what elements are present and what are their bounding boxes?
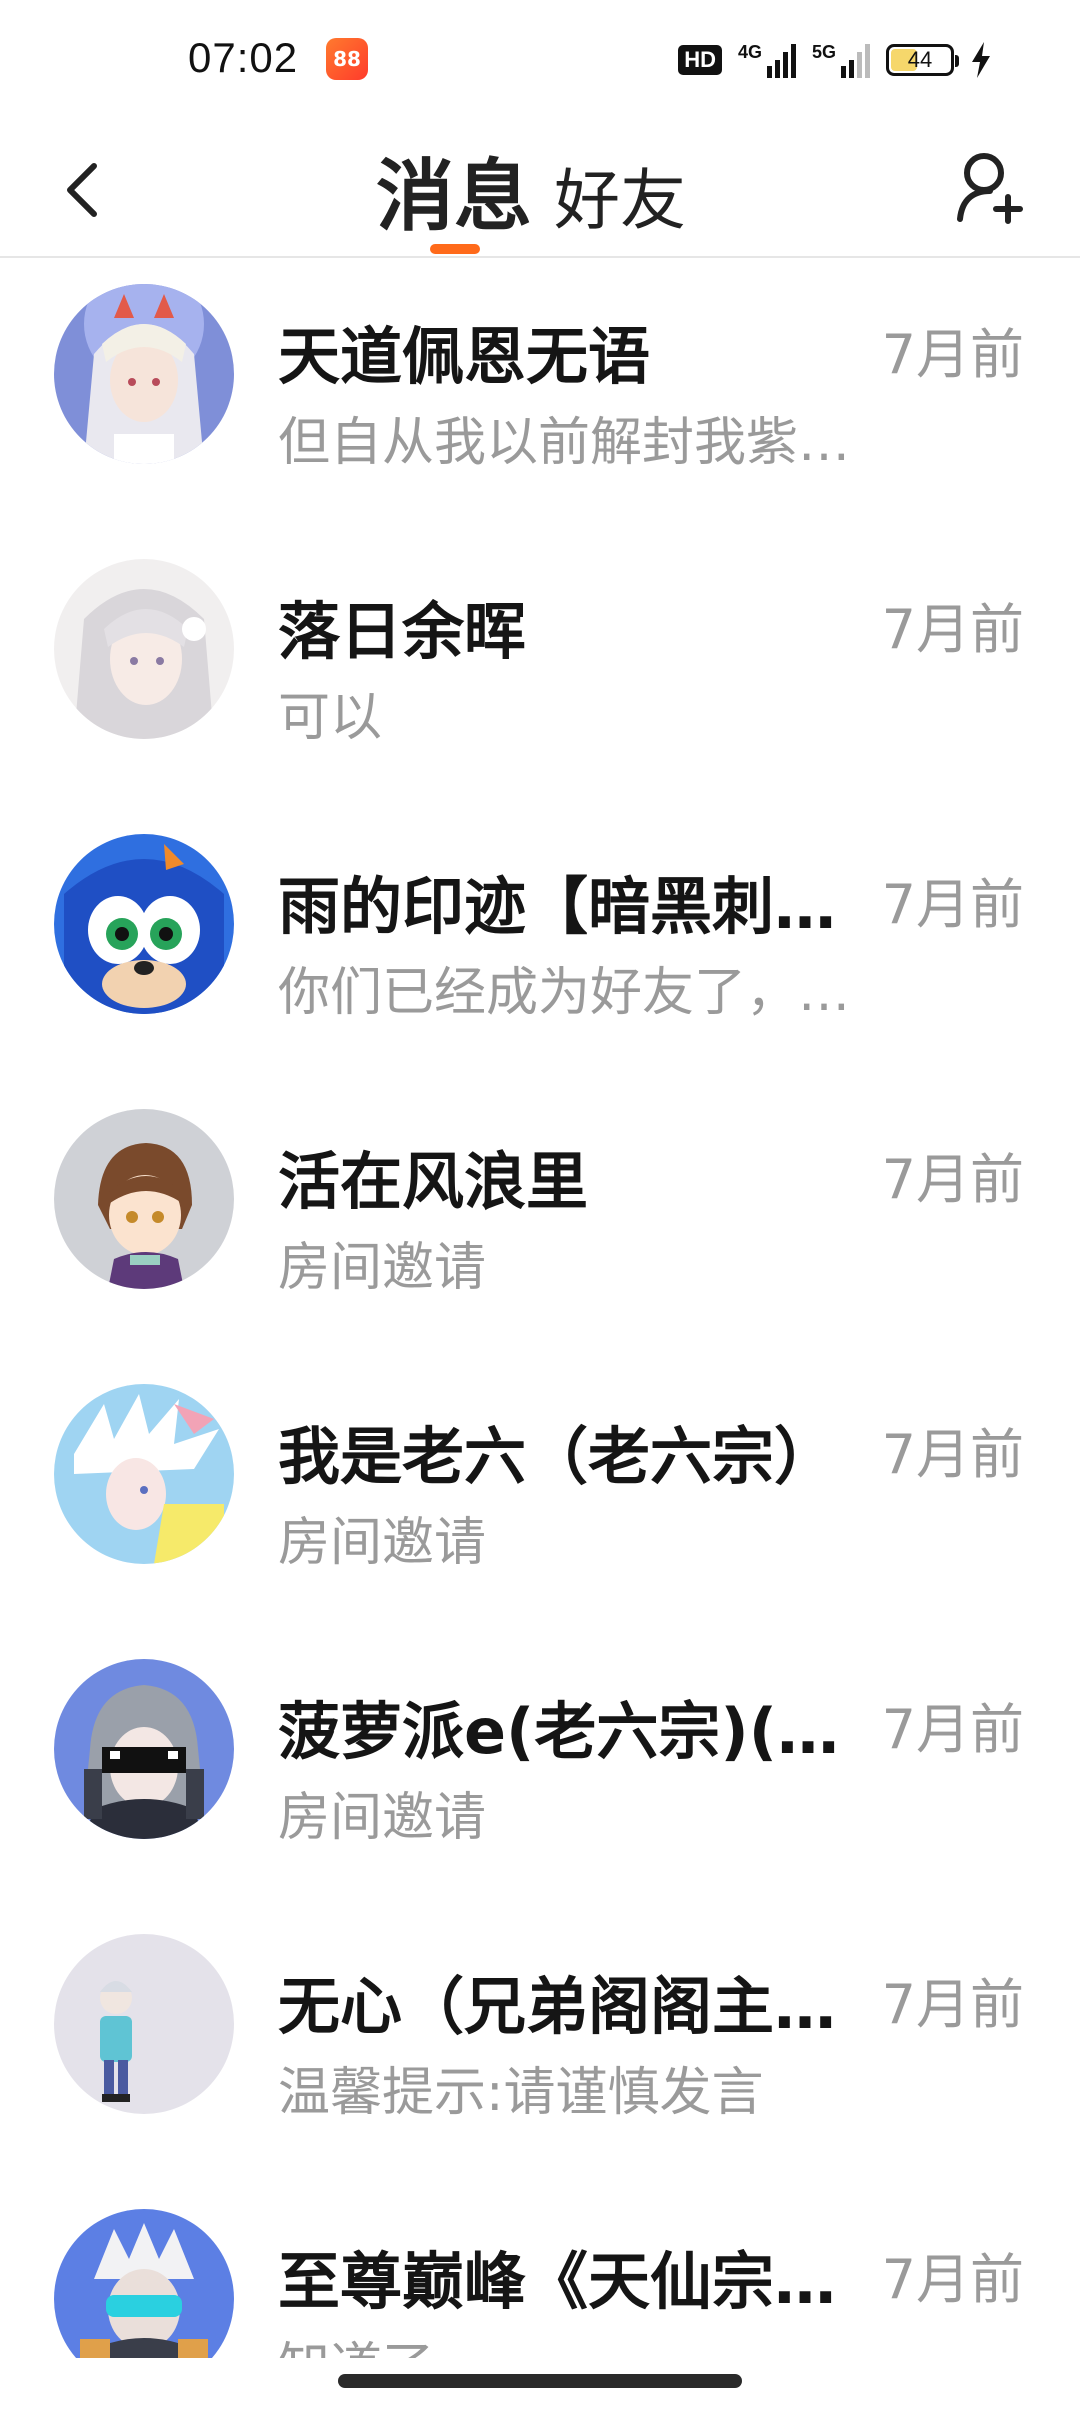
- avatar[interactable]: [54, 1384, 234, 1564]
- message-preview: 房间邀请: [278, 1238, 487, 1298]
- tab-friends[interactable]: 好友: [554, 147, 686, 243]
- conversation-item[interactable]: 活在风浪里 房间邀请 7月前: [0, 1095, 1080, 1370]
- avatar-image: [54, 2209, 234, 2358]
- message-preview: 但自从我以前解封我紫…: [278, 413, 851, 473]
- avatar[interactable]: [54, 1659, 234, 1839]
- message-preview: 可以: [278, 688, 383, 748]
- battery-icon: 44: [886, 44, 959, 76]
- message-time: 7月前: [881, 2248, 1024, 2311]
- contact-name: 天道佩恩无语: [278, 320, 651, 393]
- message-time: 7月前: [881, 1148, 1024, 1211]
- contact-name: 活在风浪里: [278, 1145, 589, 1218]
- avatar-image: [54, 1109, 234, 1289]
- avatar-image: [54, 1659, 234, 1839]
- add-friend-button[interactable]: [950, 140, 1030, 236]
- signal-5g-icon: 5G: [812, 42, 870, 78]
- avatar[interactable]: [54, 2209, 234, 2358]
- message-preview: 你们已经成为好友了，…: [278, 963, 851, 1023]
- message-preview: 温馨提示:请谨慎发言: [278, 2063, 764, 2123]
- avatar-image: [54, 284, 234, 464]
- conversation-list[interactable]: 天道佩恩无语 但自从我以前解封我紫… 7月前 落日余晖 可以 7月前 雨的印迹【…: [0, 258, 1080, 2358]
- status-indicators: HD 4G 5G 44: [678, 40, 992, 80]
- add-friend-icon: [957, 153, 1023, 224]
- avatar-image: [54, 1384, 234, 1564]
- avatar-image: [54, 1934, 234, 2114]
- avatar[interactable]: [54, 1934, 234, 2114]
- network-type-label: 5G: [811, 42, 836, 62]
- home-indicator[interactable]: [338, 2374, 742, 2388]
- conversation-item[interactable]: 雨的印迹【暗黑刺… 你们已经成为好友了，… 7月前: [0, 820, 1080, 1095]
- tab-bar: 消息 好友: [376, 134, 686, 246]
- contact-name: 雨的印迹【暗黑刺…: [278, 870, 837, 943]
- back-button[interactable]: [52, 142, 112, 238]
- message-time: 7月前: [881, 1973, 1024, 2036]
- contact-name: 无心（兄弟阁阁主…: [278, 1970, 837, 2043]
- message-time: 7月前: [881, 873, 1024, 936]
- conversation-item[interactable]: 菠萝派e(老六宗)(… 房间邀请 7月前: [0, 1645, 1080, 1920]
- network-type-label: 4G: [737, 42, 762, 62]
- message-preview: 房间邀请: [278, 1513, 487, 1573]
- signal-4g-icon: 4G: [738, 42, 796, 78]
- battery-level: 44: [907, 47, 933, 72]
- friends-message-screen: 07:02 88 HD 4G 5G 44 消息 好友 天道佩恩无语 但自从我以前…: [0, 0, 1080, 2412]
- active-tab-indicator: [430, 244, 480, 254]
- avatar[interactable]: [54, 559, 234, 739]
- conversation-item[interactable]: 我是老六（老六宗） 房间邀请 7月前: [0, 1370, 1080, 1645]
- message-preview: 房间邀请: [278, 1788, 487, 1848]
- message-time: 7月前: [881, 1423, 1024, 1486]
- status-bar: 07:02 88 HD 4G 5G 44: [0, 0, 1080, 120]
- message-time: 7月前: [881, 1698, 1024, 1761]
- message-time: 7月前: [881, 323, 1024, 386]
- charging-icon: [972, 42, 990, 78]
- status-time: 07:02: [188, 34, 299, 81]
- conversation-item[interactable]: 无心（兄弟阁阁主… 温馨提示:请谨慎发言 7月前: [0, 1920, 1080, 2195]
- conversation-item[interactable]: 落日余晖 可以 7月前: [0, 545, 1080, 820]
- top-nav-bar: 消息 好友: [0, 120, 1080, 258]
- tab-messages[interactable]: 消息: [376, 134, 532, 246]
- conversation-item[interactable]: 天道佩恩无语 但自从我以前解封我紫… 7月前: [0, 270, 1080, 545]
- avatar[interactable]: [54, 1109, 234, 1289]
- avatar[interactable]: [54, 834, 234, 1014]
- contact-name: 我是老六（老六宗）: [278, 1420, 837, 1493]
- avatar[interactable]: [54, 284, 234, 464]
- avatar-image: [54, 834, 234, 1014]
- contact-name: 至尊巅峰《天仙宗…: [278, 2245, 837, 2318]
- chevron-left-icon: [67, 163, 97, 217]
- message-time: 7月前: [881, 598, 1024, 661]
- app-notification-icon: 88: [326, 38, 368, 80]
- contact-name: 菠萝派e(老六宗)(…: [278, 1695, 840, 1768]
- conversation-item[interactable]: 至尊巅峰《天仙宗… 知道了 7月前: [0, 2195, 1080, 2358]
- message-preview: 知道了: [278, 2325, 868, 2358]
- contact-name: 落日余晖: [278, 595, 527, 668]
- hd-voice-icon: HD: [678, 45, 722, 75]
- avatar-image: [54, 559, 234, 739]
